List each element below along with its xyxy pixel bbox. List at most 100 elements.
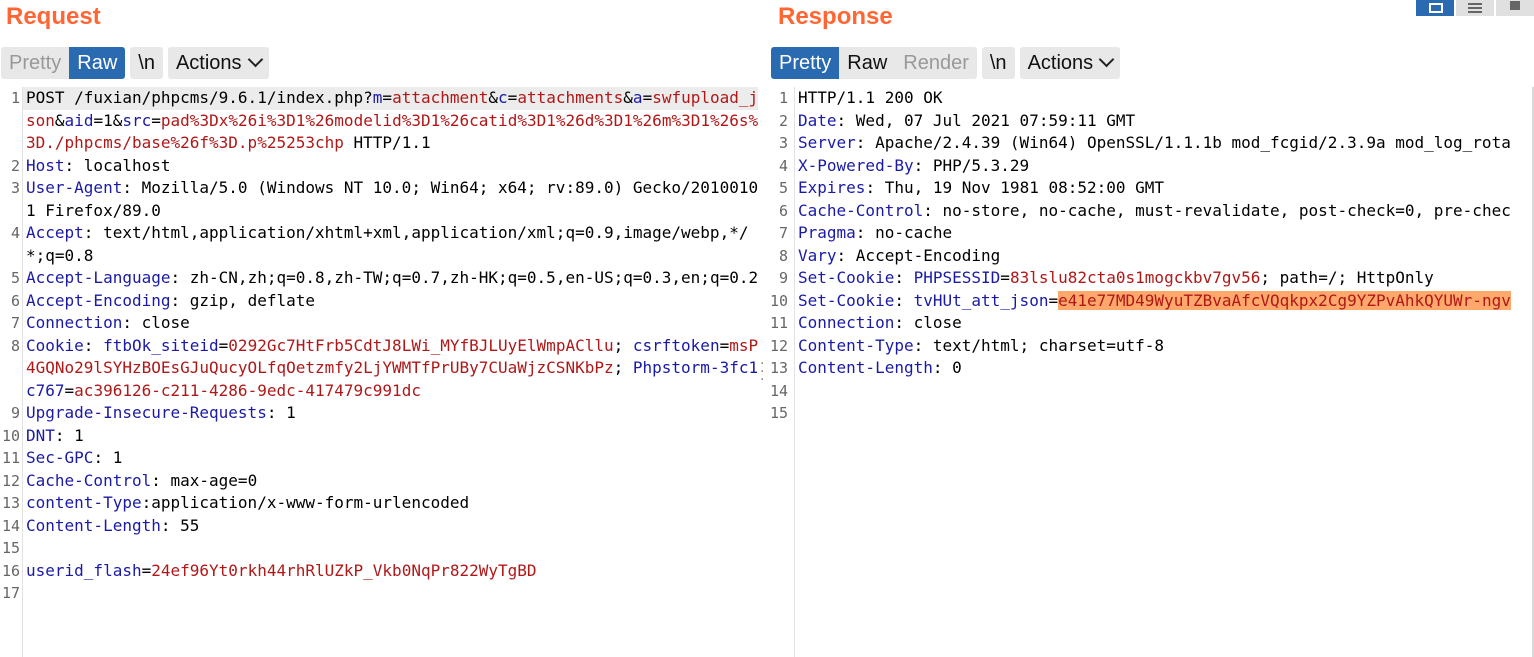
request-pretty-button[interactable]: Pretty — [1, 47, 69, 79]
line-number: 15 — [1, 539, 20, 557]
plain-text: : Mozilla/5.0 (Windows NT 10.0; Win64; x… — [26, 178, 759, 220]
response-code-line[interactable]: 8 Vary: Accept-Encoding — [768, 245, 1534, 268]
line-number: 11 — [1, 449, 20, 467]
response-code-line[interactable]: 15 — [768, 402, 1534, 425]
request-code-line[interactable]: 4 Accept: text/html,application/xhtml+xml… — [0, 222, 760, 267]
chevron-down-icon — [1098, 51, 1115, 68]
request-code-line[interactable]: 2 Host: localhost — [0, 155, 760, 178]
layout-switcher — [1416, 0, 1534, 16]
response-render-button[interactable]: Render — [895, 47, 977, 79]
response-editor[interactable]: 1 HTTP/1.1 200 OK 2 Date: Wed, 07 Jul 2021 … — [768, 87, 1534, 657]
pane-splitter[interactable]: · · · — [758, 0, 768, 657]
response-code-line[interactable]: 10 Set-Cookie: tvHUt_att_json=e41e77MD49W… — [768, 290, 1534, 313]
request-newline-toggle[interactable]: \n — [130, 47, 163, 79]
response-raw-button[interactable]: Raw — [839, 47, 895, 79]
line-number: 1 — [778, 89, 788, 107]
line-number: 4 — [778, 156, 788, 175]
line-content: Accept-Encoding: gzip, deflate — [24, 290, 760, 313]
header-name: csrftoken — [632, 335, 720, 355]
line-number: 12 — [769, 336, 788, 355]
plain-text: : close — [122, 313, 190, 332]
plain-text: :application/x-www-form-urlencoded — [141, 493, 470, 512]
response-actions-button[interactable]: Actions — [1019, 47, 1121, 79]
request-editor[interactable]: 1 POST /fuxian/phpcms/9.6.1/index.php?m=a… — [0, 87, 760, 657]
line-number: 8 — [778, 246, 788, 265]
line-number: 10 — [1, 426, 20, 445]
header-name: Expires — [798, 178, 866, 197]
header-name: Cache-Control — [26, 470, 152, 490]
request-actions-button[interactable]: Actions — [167, 47, 269, 79]
plain-text: : 55 — [160, 515, 200, 535]
plain-text: : 1 — [266, 403, 296, 422]
response-code-line[interactable]: 14 — [768, 380, 1534, 403]
request-code-line[interactable]: 16 userid_flash=24ef96Yt0rkh44rhRlUZkP_Vk… — [0, 560, 760, 583]
layout-rows-button[interactable] — [1456, 0, 1494, 16]
request-code-line[interactable]: 7 Connection: close — [0, 312, 760, 335]
response-code-line[interactable]: 13 Content-Length: 0 — [768, 357, 1534, 380]
request-code-line[interactable]: 3 User-Agent: Mozilla/5.0 (Windows NT 10.… — [0, 177, 760, 222]
plain-text: : text/html; charset=utf-8 — [913, 335, 1165, 355]
response-code-line[interactable]: 5 Expires: Thu, 19 Nov 1981 08:52:00 GMT — [768, 177, 1534, 200]
response-code-line[interactable]: 4 X-Powered-By: PHP/5.3.29 — [768, 155, 1534, 178]
layout-split-button[interactable] — [1416, 0, 1454, 16]
chevron-down-icon — [247, 51, 263, 68]
response-code-line[interactable]: 12 Content-Type: text/html; charset=utf-8 — [768, 335, 1534, 358]
plain-text: = — [1000, 268, 1010, 287]
line-content: Content-Length: 55 — [24, 515, 760, 538]
request-code-line[interactable]: 8 Cookie: ftbOk_siteid=0292Gc7HtFrb5CdtJ8… — [0, 335, 760, 403]
line-content: Cache-Control: no-store, no-cache, must-… — [792, 200, 1534, 223]
request-view-mode-group: Pretty Raw — [1, 47, 126, 79]
plain-text: : Thu, 19 Nov 1981 08:52:00 GMT — [865, 178, 1165, 197]
request-code-line[interactable]: 17 — [0, 582, 760, 605]
response-code-line[interactable]: 1 HTTP/1.1 200 OK — [768, 87, 1534, 110]
response-code-line[interactable]: 7 Pragma: no-cache — [768, 222, 1534, 245]
request-code-line[interactable]: 1 POST /fuxian/phpcms/9.6.1/index.php?m=a… — [0, 87, 760, 155]
line-content: POST /fuxian/phpcms/9.6.1/index.php?m=at… — [24, 87, 760, 155]
plain-text: : Wed, 07 Jul 2021 07:59:11 GMT — [836, 110, 1136, 130]
header-name: DNT — [26, 425, 55, 445]
line-number: 2 — [778, 111, 788, 130]
request-code-line[interactable]: 12 Cache-Control: max-age=0 — [0, 470, 760, 493]
plain-text: & — [488, 88, 499, 107]
header-name: Vary — [798, 245, 837, 265]
request-code-line[interactable]: 13 content-Type:application/x-www-form-ur… — [0, 492, 760, 515]
plain-text: : — [894, 290, 914, 310]
line-number: 13 — [769, 359, 788, 377]
request-code-line[interactable]: 15 — [0, 537, 760, 560]
line-number: 14 — [769, 381, 788, 400]
plain-text: = — [719, 335, 730, 355]
plain-text: : 1 — [93, 448, 123, 467]
request-code-line[interactable]: 6 Accept-Encoding: gzip, deflate — [0, 290, 760, 313]
header-name: Sec-GPC — [26, 448, 94, 467]
response-code-line[interactable]: 11 Connection: close — [768, 312, 1534, 335]
response-code-line[interactable]: 9 Set-Cookie: PHPSESSID=83lslu82cta0s1mog… — [768, 267, 1534, 290]
line-content — [792, 380, 1534, 403]
line-number: 13 — [1, 494, 20, 512]
request-code-line[interactable]: 14 Content-Length: 55 — [0, 515, 760, 538]
request-code-line[interactable]: 9 Upgrade-Insecure-Requests: 1 — [0, 402, 760, 425]
line-content: Date: Wed, 07 Jul 2021 07:59:11 GMT — [792, 110, 1534, 133]
request-code-line[interactable]: 11 Sec-GPC: 1 — [0, 447, 760, 470]
line-number: 5 — [778, 179, 788, 197]
line-number: 7 — [10, 314, 20, 332]
response-code-line[interactable]: 2 Date: Wed, 07 Jul 2021 07:59:11 GMT — [768, 110, 1534, 133]
param-value: 83lslu82cta0s1mogckbv7gv56 — [1009, 268, 1261, 287]
request-code-line[interactable]: 5 Accept-Language: zh-CN,zh;q=0.8,zh-TW;q… — [0, 267, 760, 290]
response-code-line[interactable]: 6 Cache-Control: no-store, no-cache, must… — [768, 200, 1534, 223]
response-newline-toggle[interactable]: \n — [981, 47, 1015, 79]
plain-text: = — [218, 335, 229, 355]
response-code-line[interactable]: 3 Server: Apache/2.4.39 (Win64) OpenSSL/1… — [768, 132, 1534, 155]
line-content: Expires: Thu, 19 Nov 1981 08:52:00 GMT — [792, 177, 1534, 200]
layout-tabs-button[interactable] — [1496, 0, 1534, 16]
request-code-line[interactable]: 10 DNT: 1 — [0, 425, 760, 448]
header-name: X-Powered-By — [798, 155, 914, 175]
line-content: HTTP/1.1 200 OK — [792, 87, 1534, 110]
response-pretty-button[interactable]: Pretty — [771, 47, 840, 79]
request-raw-button[interactable]: Raw — [69, 47, 126, 79]
plain-text: = — [642, 88, 653, 107]
header-name: Content-Type — [798, 335, 914, 355]
line-content: Upgrade-Insecure-Requests: 1 — [24, 402, 760, 425]
plain-text: = — [382, 88, 393, 107]
line-content: Connection: close — [24, 312, 760, 335]
param-value: ac396126-c211-4286-9edc-417479c991dc — [74, 380, 421, 400]
